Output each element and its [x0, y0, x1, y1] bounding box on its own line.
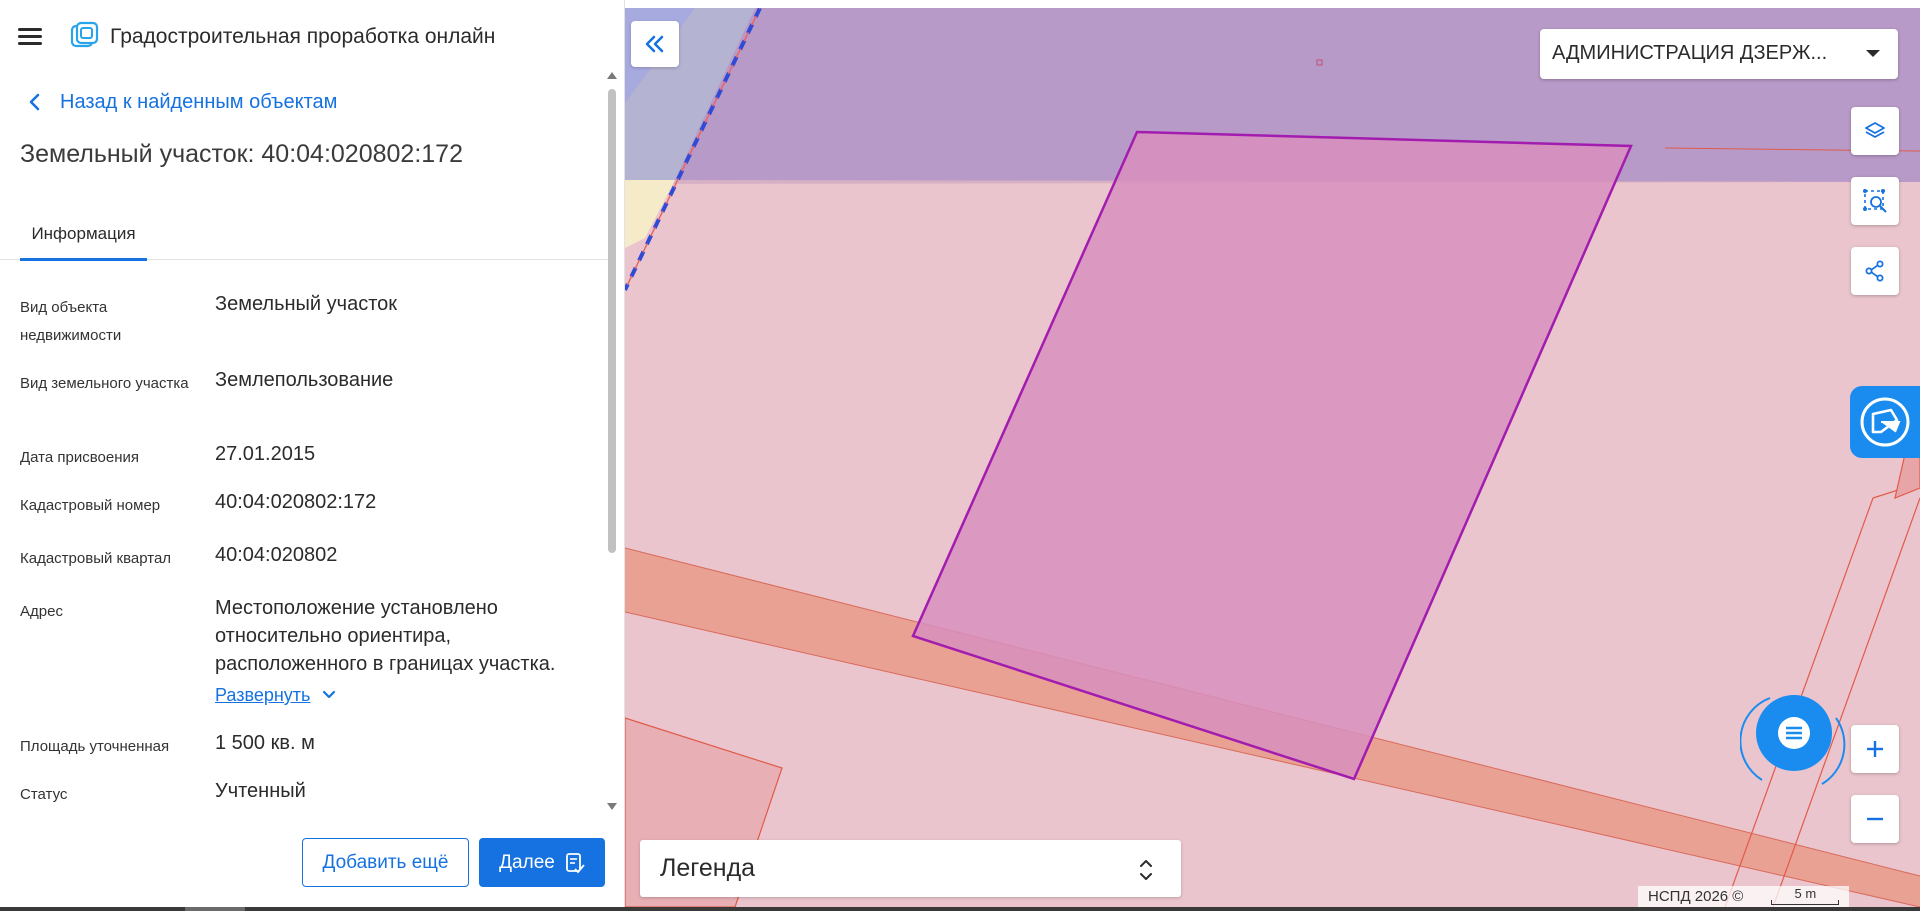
service-side-tab[interactable]	[1850, 386, 1920, 458]
app-logo	[70, 21, 99, 48]
share-button[interactable]	[1851, 247, 1899, 295]
minus-icon	[1867, 817, 1883, 821]
zoom-out-button[interactable]	[1851, 795, 1899, 843]
chevron-down-icon	[323, 690, 336, 699]
area-search-button[interactable]	[1851, 177, 1899, 225]
property-label: Дата присвоения	[20, 449, 139, 466]
chevron-left-icon	[29, 93, 40, 111]
property-label: Адрес	[20, 603, 63, 620]
property-label: Кадастровый номер	[20, 497, 161, 514]
map-attribution: НСПД 2026 © 5 m	[1638, 886, 1850, 907]
back-link-label: Назад к найденным объектам	[60, 90, 338, 113]
administration-select-value: АДМИНИСТРАЦИЯ ДЗЕРЖ...	[1552, 42, 1828, 64]
zoom-in-button[interactable]	[1851, 725, 1899, 773]
scroll-down-arrow[interactable]	[607, 803, 617, 810]
map-canvas[interactable]	[625, 8, 1920, 907]
expand-label: Развернуть	[215, 685, 311, 705]
property-value: 40:04:020802:172	[215, 491, 377, 513]
property-value: 1 500 кв. м	[215, 732, 315, 754]
app-title: Градостроительная проработка онлайн	[110, 25, 496, 48]
property-value: Земельный участок	[215, 293, 398, 315]
scroll-up-arrow[interactable]	[607, 72, 617, 79]
expand-link[interactable]: Развернуть	[215, 681, 336, 709]
property-label: Площадь уточненная	[20, 738, 170, 755]
tab-info[interactable]: Информация	[20, 218, 147, 261]
layers-icon	[1865, 122, 1885, 138]
property-value: 27.01.2015	[215, 443, 316, 465]
address-text: Местоположение установлено относительно …	[215, 597, 556, 675]
document-check-icon	[565, 852, 585, 873]
app-header: Градостроительная проработка онлайн	[0, 8, 625, 66]
property-label: Вид объекта недвижимости	[20, 299, 122, 344]
legend-label: Легенда	[660, 854, 756, 882]
taskbar-strip	[0, 907, 1920, 911]
double-chevron-left-icon	[645, 35, 664, 53]
chat-button[interactable]	[1740, 688, 1848, 796]
plus-icon	[1867, 741, 1883, 757]
property-value: Землепользование	[215, 369, 394, 391]
attribution-text: НСПД 2026 ©	[1648, 888, 1744, 905]
tab-bar: Информация	[0, 218, 612, 261]
caret-down-icon	[1866, 50, 1880, 57]
property-label: Кадастровый квартал	[20, 550, 172, 567]
property-label: Вид земельного участка	[20, 375, 189, 392]
panel-scrollbar[interactable]	[606, 72, 618, 812]
area-search-icon	[1863, 189, 1887, 213]
scroll-thumb[interactable]	[608, 89, 616, 553]
scale-label: 5 m	[1794, 886, 1817, 901]
scale-bar: 5 m	[1771, 886, 1840, 905]
menu-icon[interactable]	[18, 28, 42, 46]
left-panel: Градостроительная проработка онлайн Наза…	[0, 0, 625, 911]
collapse-panel-button[interactable]	[631, 21, 679, 67]
layers-button[interactable]	[1851, 107, 1899, 155]
next-button[interactable]: Далее	[479, 838, 605, 887]
add-more-label: Добавить ещё	[322, 851, 449, 873]
property-value: Учтенный	[215, 780, 306, 802]
back-to-results-link[interactable]: Назад к найденным объектам	[28, 89, 337, 115]
object-title: Земельный участок: 40:04:020802:172	[20, 140, 463, 168]
expand-collapse-icon	[1140, 860, 1152, 880]
add-more-button[interactable]: Добавить ещё	[302, 838, 469, 887]
map-service-icon	[1860, 397, 1910, 447]
property-value: Местоположение установлено относительно …	[215, 594, 595, 709]
next-label: Далее	[499, 851, 555, 873]
legend-panel[interactable]: Легенда	[640, 840, 1181, 897]
map-view[interactable]: АДМИНИСТРАЦИЯ ДЗЕРЖ... Легенда НСПД 2026…	[625, 8, 1920, 907]
administration-select[interactable]: АДМИНИСТРАЦИЯ ДЗЕРЖ...	[1540, 29, 1898, 79]
share-icon	[1865, 260, 1884, 282]
property-label: Статус	[20, 786, 68, 803]
property-value: 40:04:020802	[215, 544, 338, 566]
